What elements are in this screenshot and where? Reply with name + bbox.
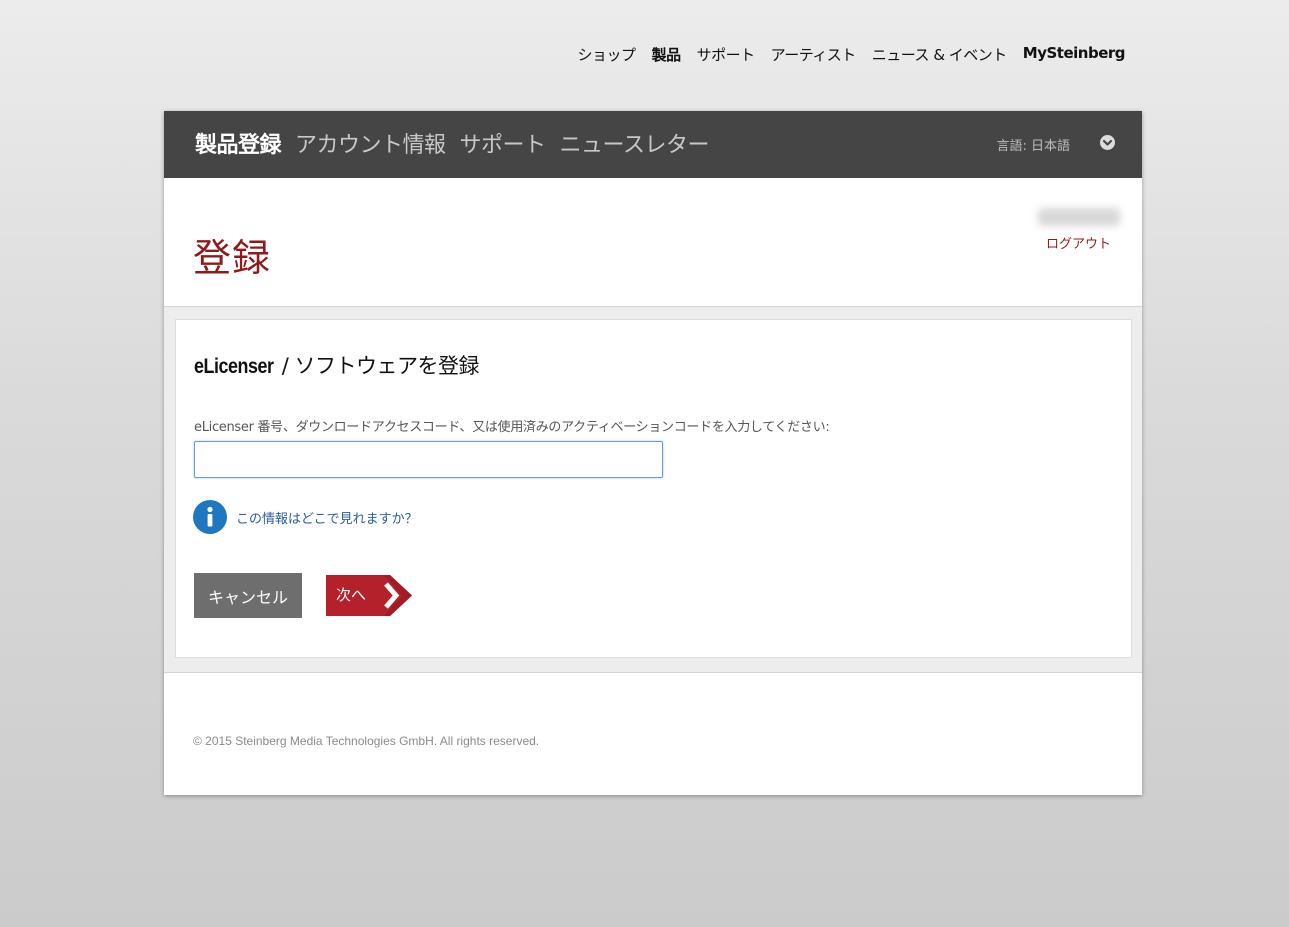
top-nav-artists[interactable]: アーティスト: [771, 44, 857, 65]
top-navigation: ショップ 製品 サポート アーティスト ニュース & イベント MySteinb…: [578, 44, 1126, 65]
main-tabs: 製品登録 アカウント情報 サポート ニュースレター: [195, 127, 709, 159]
logout-link[interactable]: ログアウト: [1046, 233, 1111, 252]
header-bar: 製品登録 アカウント情報 サポート ニュースレター 言語: 日本語: [164, 111, 1142, 178]
form-heading: eLicenser / ソフトウェアを登録: [194, 350, 480, 380]
top-nav-mysteinberg[interactable]: MySteinberg: [1023, 44, 1126, 65]
top-nav-shop[interactable]: ショップ: [578, 44, 637, 65]
form-heading-brand: eLicenser: [194, 355, 274, 378]
form-heading-text: / ソフトウェアを登録: [275, 354, 480, 378]
main-card: 製品登録 アカウント情報 サポート ニュースレター 言語: 日本語 登録 ログア…: [164, 111, 1142, 795]
next-button[interactable]: 次へ: [326, 573, 414, 618]
chevron-down-icon[interactable]: [1100, 135, 1115, 150]
tab-account-info[interactable]: アカウント情報: [295, 127, 446, 159]
top-nav-products[interactable]: 製品: [652, 44, 682, 65]
code-field-label: eLicenser 番号、ダウンロードアクセスコード、又は使用済みのアクティベー…: [194, 420, 830, 435]
where-to-find-info-link[interactable]: この情報はどこで見れますか？: [236, 508, 418, 527]
tab-product-registration[interactable]: 製品登録: [195, 127, 282, 159]
tab-newsletter[interactable]: ニュースレター: [560, 127, 710, 159]
page-title: 登録: [193, 236, 272, 280]
username-redacted: [1038, 208, 1120, 226]
content-area: eLicenser / ソフトウェアを登録 eLicenser 番号、ダウンロー…: [164, 306, 1142, 673]
cancel-button[interactable]: キャンセル: [194, 573, 302, 618]
top-nav-support[interactable]: サポート: [697, 44, 756, 65]
language-label[interactable]: 言語: 日本語: [996, 135, 1070, 154]
footer-copyright: © 2015 Steinberg Media Technologies GmbH…: [193, 734, 540, 748]
info-icon[interactable]: [193, 500, 227, 534]
info-row: この情報はどこで見れますか？: [193, 500, 418, 534]
tab-support[interactable]: サポート: [460, 127, 547, 159]
next-button-label: 次へ: [336, 586, 367, 604]
top-nav-news-events[interactable]: ニュース & イベント: [872, 44, 1007, 65]
registration-form: eLicenser / ソフトウェアを登録 eLicenser 番号、ダウンロー…: [175, 319, 1132, 658]
license-code-input[interactable]: [194, 441, 663, 478]
